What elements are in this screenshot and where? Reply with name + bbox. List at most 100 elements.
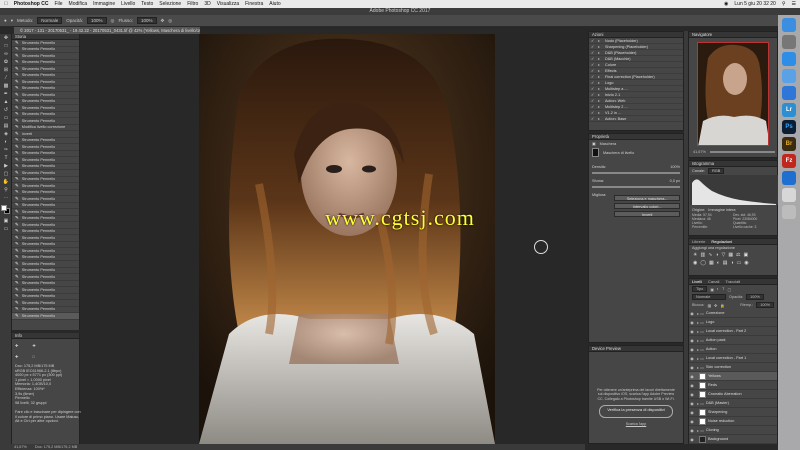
hue-saturation-icon[interactable]: ▦ bbox=[728, 252, 733, 258]
disclosure-triangle-icon[interactable]: ▸ bbox=[598, 68, 602, 73]
action-check-icon[interactable]: ✓ bbox=[591, 80, 595, 85]
selective-color-icon[interactable]: ◉ bbox=[744, 260, 748, 266]
color-range-button[interactable]: Intervallo colori... bbox=[614, 203, 680, 209]
eye-icon[interactable]: ◉ bbox=[689, 311, 695, 316]
layer-thumbnail[interactable] bbox=[699, 381, 706, 389]
check-devices-button[interactable]: Verifica la presenza di dispositivi bbox=[599, 405, 673, 419]
action-check-icon[interactable]: ✓ bbox=[591, 44, 595, 49]
layer-row[interactable]: ◉ ▸ ▭ Action bbox=[689, 345, 777, 354]
layer-kind-select[interactable]: Tipo bbox=[692, 286, 708, 292]
launchpad-icon[interactable] bbox=[782, 35, 796, 49]
disclosure-triangle-icon[interactable]: ▸ bbox=[598, 62, 602, 67]
layer-row[interactable]: ◉ ▸ ▭ Local correction - Part 2 bbox=[689, 327, 777, 336]
gradient-tool-icon[interactable]: ▤ bbox=[2, 123, 10, 130]
navigator-zoom-slider[interactable] bbox=[709, 151, 775, 153]
photo-canvas[interactable] bbox=[199, 34, 495, 444]
eye-icon[interactable]: ◉ bbox=[689, 365, 695, 370]
action-check-icon[interactable]: ✓ bbox=[591, 98, 595, 103]
vibrance-icon[interactable]: ▽ bbox=[721, 252, 725, 258]
menu-immagine[interactable]: Immagine bbox=[93, 1, 115, 7]
flusso-field[interactable]: 100% bbox=[137, 17, 157, 24]
action-check-icon[interactable]: ✓ bbox=[591, 56, 595, 61]
zoom-tool-icon[interactable]: ⚲ bbox=[2, 187, 10, 194]
device-preview-title[interactable]: Device Preview bbox=[589, 346, 683, 352]
menu-3d[interactable]: 3D bbox=[204, 1, 210, 7]
layer-thumbnail[interactable] bbox=[699, 417, 706, 425]
levels-icon[interactable]: ▥ bbox=[700, 252, 705, 258]
pen-tool-icon[interactable]: ✑ bbox=[2, 147, 10, 154]
layer-row[interactable]: ◉ ▸ ▭ D&B (Master) bbox=[689, 399, 777, 408]
layer-thumbnail[interactable] bbox=[699, 435, 706, 443]
download-app-link[interactable]: Scarica l'app bbox=[589, 422, 683, 426]
folder-icon[interactable]: ▸ ▭ bbox=[697, 365, 704, 370]
eye-icon[interactable]: ◉ bbox=[689, 356, 695, 361]
lock-pixels-icon[interactable]: ▦ bbox=[707, 303, 711, 308]
disclosure-triangle-icon[interactable]: ▸ bbox=[598, 38, 602, 43]
action-check-icon[interactable]: ✓ bbox=[591, 62, 595, 67]
screen-mode-icon[interactable]: ▭ bbox=[2, 226, 10, 233]
action-check-icon[interactable]: ✓ bbox=[591, 50, 595, 55]
menu-file[interactable]: File bbox=[54, 1, 62, 7]
foreground-color-swatch[interactable] bbox=[1, 205, 7, 211]
disclosure-triangle-icon[interactable]: ▸ bbox=[598, 110, 602, 115]
blur-tool-icon[interactable]: ◈ bbox=[2, 131, 10, 138]
menu-selezione[interactable]: Selezione bbox=[159, 1, 181, 7]
safari-icon[interactable] bbox=[782, 52, 796, 66]
eye-icon[interactable]: ◉ bbox=[689, 338, 695, 343]
eye-icon[interactable]: ◉ bbox=[689, 383, 695, 388]
move-tool-icon[interactable]: ✥ bbox=[2, 35, 10, 42]
folder-icon[interactable]: ▸ ▭ bbox=[697, 347, 704, 352]
brush-tool-icon[interactable]: ✒ bbox=[2, 91, 10, 98]
layer-row[interactable]: ◉ Yellows bbox=[689, 372, 777, 381]
layer-row[interactable]: ◉ Sharpening bbox=[689, 408, 777, 417]
folder-icon[interactable]: ▸ ▭ bbox=[697, 329, 704, 334]
feather-value[interactable]: 0,0 px bbox=[670, 179, 680, 183]
filter-shape-icon[interactable]: ▢ bbox=[727, 287, 731, 292]
black-white-icon[interactable]: ▣ bbox=[744, 252, 749, 258]
disclosure-triangle-icon[interactable]: ▸ bbox=[598, 92, 602, 97]
layer-row[interactable]: ◉ Cromatic Aberration bbox=[689, 390, 777, 399]
quick-select-tool-icon[interactable]: ✿ bbox=[2, 59, 10, 66]
navigator-zoom-value[interactable]: 41,67% bbox=[693, 150, 706, 154]
bridge-icon[interactable]: Br bbox=[782, 137, 796, 151]
eye-icon[interactable]: ◉ bbox=[689, 428, 695, 433]
gradient-map-icon[interactable]: ▭ bbox=[737, 260, 742, 266]
brush-preset-icon[interactable]: ● bbox=[4, 18, 7, 23]
layer-thumbnail[interactable] bbox=[699, 408, 706, 416]
eye-icon[interactable]: ◉ bbox=[689, 347, 695, 352]
action-check-icon[interactable]: ✓ bbox=[591, 110, 595, 115]
action-check-icon[interactable]: ✓ bbox=[591, 68, 595, 73]
crop-tool-icon[interactable]: ⊞ bbox=[2, 67, 10, 74]
pressure-size-icon[interactable]: ◎ bbox=[168, 18, 172, 24]
eye-icon[interactable]: ◉ bbox=[689, 437, 695, 442]
layer-row[interactable]: ◉ ▸ ▭ Logo bbox=[689, 318, 777, 327]
layer-thumbnail[interactable] bbox=[699, 372, 706, 380]
eye-icon[interactable]: ◉ bbox=[689, 419, 695, 424]
layer-row[interactable]: ◉ ▸ ▭ Correzione bbox=[689, 309, 777, 318]
channel-mixer-icon[interactable]: ◯ bbox=[700, 260, 706, 266]
tab-channels[interactable]: Canali bbox=[708, 279, 719, 284]
action-check-icon[interactable]: ✓ bbox=[591, 92, 595, 97]
eye-icon[interactable]: ◉ bbox=[689, 320, 695, 325]
color-balance-icon[interactable]: ⚖ bbox=[736, 252, 740, 258]
filter-pixel-icon[interactable]: ▣ bbox=[710, 287, 714, 292]
select-and-mask-button[interactable]: Seleziona e maschera... bbox=[614, 195, 680, 201]
layer-row[interactable]: ◉ ▸ ▭ Local correction - Part 1 bbox=[689, 354, 777, 363]
lightroom-icon[interactable]: Lr bbox=[782, 103, 796, 117]
folder-icon[interactable]: ▸ ▭ bbox=[697, 428, 704, 433]
history-item[interactable]: ✎ Strumento Pennello bbox=[12, 313, 79, 320]
filter-type-icon[interactable]: T bbox=[722, 287, 724, 291]
path-select-tool-icon[interactable]: ▶ bbox=[2, 163, 10, 170]
status-zoom[interactable]: 41,67% bbox=[14, 444, 27, 450]
menubar-app-name[interactable]: Photoshop CC bbox=[14, 1, 49, 7]
layer-row[interactable]: ◉ Reds bbox=[689, 381, 777, 390]
folder-icon[interactable]: ▸ ▭ bbox=[697, 401, 704, 406]
menu-testo[interactable]: Testo bbox=[141, 1, 153, 7]
marquee-tool-icon[interactable]: □ bbox=[2, 43, 10, 50]
more-tools-icon[interactable]: ⋯ bbox=[2, 195, 10, 202]
disclosure-triangle-icon[interactable]: ▸ bbox=[598, 80, 602, 85]
layer-fill-field[interactable]: 100% bbox=[756, 302, 774, 308]
folder-icon[interactable]: ▸ ▭ bbox=[697, 320, 704, 325]
disclosure-triangle-icon[interactable]: ▸ bbox=[598, 104, 602, 109]
disclosure-triangle-icon[interactable]: ▸ bbox=[598, 74, 602, 79]
